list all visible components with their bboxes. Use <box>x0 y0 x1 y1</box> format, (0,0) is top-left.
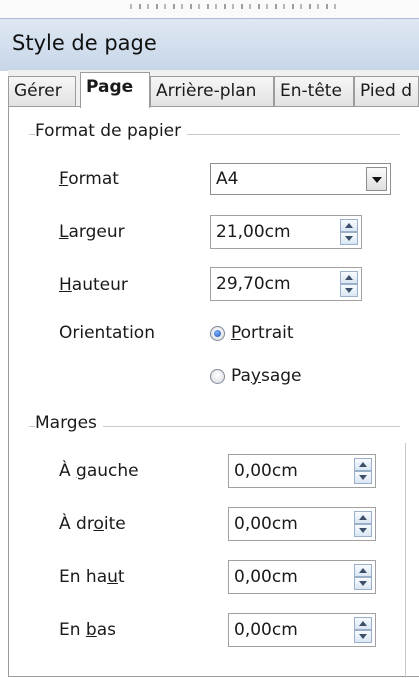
margin-left-value: 0,00cm <box>234 461 298 481</box>
width-spinbox[interactable]: 21,00cm <box>210 215 362 249</box>
width-label: Largeur <box>59 222 125 242</box>
orientation-label: Orientation <box>59 323 155 343</box>
spin-up-icon[interactable] <box>354 564 372 577</box>
landscape-radio[interactable] <box>210 369 225 384</box>
spin-down-icon[interactable] <box>354 471 372 484</box>
margin-right-value: 0,00cm <box>234 514 298 534</box>
spin-down-icon[interactable] <box>354 630 372 643</box>
cropped-top-edge <box>0 0 419 19</box>
landscape-label[interactable]: Paysage <box>231 366 302 386</box>
cropped-text-fragment <box>130 4 340 9</box>
portrait-radio[interactable] <box>210 326 225 341</box>
tab-footer[interactable]: Pied d <box>354 76 419 106</box>
margin-left-spinbox[interactable]: 0,00cm <box>228 454 376 488</box>
margin-right-spinbox[interactable]: 0,00cm <box>228 507 376 541</box>
margin-top-spinbox[interactable]: 0,00cm <box>228 560 376 594</box>
paper-format-group-label: Format de papier <box>35 121 188 141</box>
format-select[interactable]: A4 <box>210 163 391 195</box>
margins-group-label: Marges <box>35 413 103 433</box>
spin-up-icon[interactable] <box>354 511 372 524</box>
spin-down-icon[interactable] <box>340 232 358 245</box>
margin-top-label: En haut <box>59 567 125 587</box>
margin-bottom-value: 0,00cm <box>234 620 298 640</box>
margins-right-border <box>405 443 406 678</box>
page-style-dialog: Gérer Page Arrière-plan En-tête Pied d F… <box>8 70 419 678</box>
format-label: Format <box>59 169 119 189</box>
spin-down-icon[interactable] <box>340 284 358 297</box>
margin-right-label: À droite <box>59 514 126 534</box>
height-label: Hauteur <box>59 275 128 295</box>
spin-up-icon[interactable] <box>340 219 358 232</box>
spin-up-icon[interactable] <box>340 271 358 284</box>
tab-manage[interactable]: Gérer <box>8 76 76 106</box>
chevron-down-icon[interactable] <box>366 167 387 191</box>
margin-top-value: 0,00cm <box>234 567 298 587</box>
title-bar: Style de page <box>0 18 419 71</box>
height-value: 29,70cm <box>216 274 291 294</box>
format-value: A4 <box>216 169 239 189</box>
window-title: Style de page <box>12 31 157 55</box>
portrait-label[interactable]: Portrait <box>231 323 294 343</box>
tab-background[interactable]: Arrière-plan <box>150 76 274 106</box>
page-tab-panel: Format de papier Format A4 Largeur 21,00… <box>8 106 419 678</box>
margin-bottom-spinbox[interactable]: 0,00cm <box>228 613 376 647</box>
spin-down-icon[interactable] <box>354 577 372 590</box>
spin-up-icon[interactable] <box>354 458 372 471</box>
tab-header[interactable]: En-tête <box>274 76 354 106</box>
height-spinbox[interactable]: 29,70cm <box>210 267 362 301</box>
tab-strip: Gérer Page Arrière-plan En-tête Pied d <box>8 70 419 108</box>
margin-left-label: À gauche <box>59 461 139 481</box>
tab-page[interactable]: Page <box>80 72 150 108</box>
width-value: 21,00cm <box>216 222 291 242</box>
spin-down-icon[interactable] <box>354 524 372 537</box>
margin-bottom-label: En bas <box>59 620 116 640</box>
spin-up-icon[interactable] <box>354 617 372 630</box>
